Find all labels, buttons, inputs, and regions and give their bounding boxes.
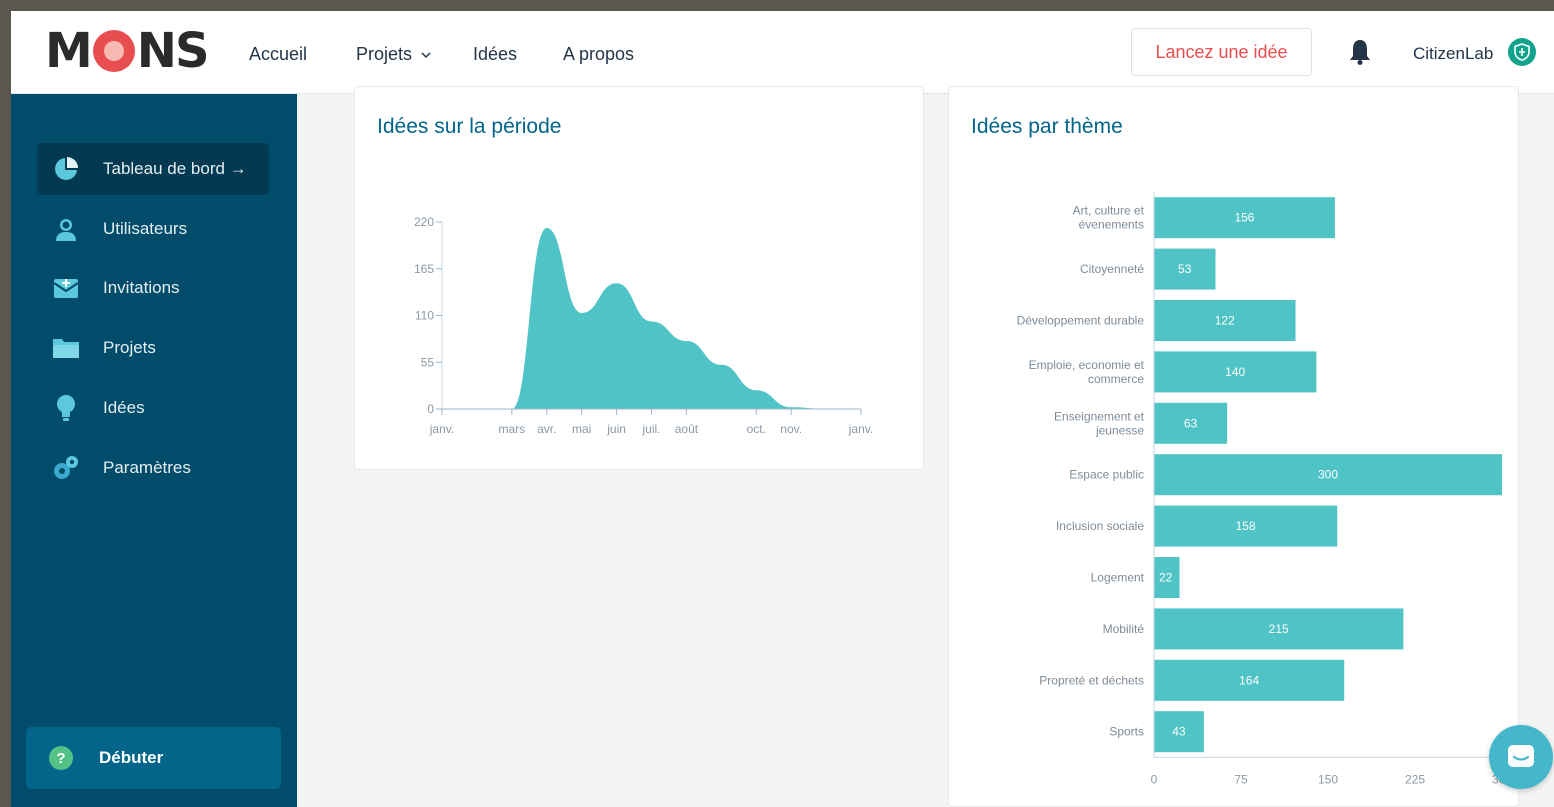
bar-value-label: 156	[1234, 211, 1254, 225]
sidebar-item-projects[interactable]: Projets	[37, 322, 269, 374]
nav-projects[interactable]: Projets	[356, 44, 431, 65]
category-label: Développement durable	[1017, 314, 1145, 328]
bar-value-label: 140	[1225, 365, 1245, 379]
x-tick-label: oct.	[747, 422, 766, 436]
user-icon	[52, 215, 80, 243]
x-tick-label: mai	[572, 422, 591, 436]
y-tick-label: 110	[415, 309, 434, 323]
sidebar-item-label: Utilisateurs	[103, 219, 188, 238]
sidebar-item-settings[interactable]: Paramètres	[37, 442, 269, 494]
chevron-down-icon	[421, 52, 431, 58]
top-navigation: M NS Accueil Projets Idées A propos Lance…	[11, 11, 1554, 94]
x-tick-label: juil.	[641, 422, 660, 436]
nav-ideas[interactable]: Idées	[473, 44, 517, 65]
avatar[interactable]	[1508, 38, 1536, 66]
y-tick-label: 0	[427, 402, 434, 416]
ideas-over-time-card: Idées sur la période 0 55 110 165 220 janv. ma…	[354, 86, 924, 470]
nav-about[interactable]: A propos	[563, 44, 634, 65]
logo-letters-ns: NS	[136, 23, 210, 79]
sidebar-item-label: Invitations	[103, 278, 180, 297]
bar-value-label: 22	[1159, 571, 1173, 585]
chat-launcher-button[interactable]	[1489, 725, 1553, 789]
x-tick-label: août	[675, 422, 699, 436]
bar-value-label: 215	[1269, 622, 1289, 636]
bar-value-label: 43	[1172, 725, 1186, 739]
category-label: Propreté et déchets	[1039, 673, 1144, 687]
chat-icon	[1508, 745, 1534, 767]
lightbulb-icon	[52, 394, 80, 422]
get-started-button[interactable]: ? Débuter	[26, 727, 281, 789]
logo-letter-m: M	[45, 23, 93, 79]
get-started-label: Débuter	[99, 748, 164, 767]
sidebar-item-ideas[interactable]: Idées	[37, 382, 269, 434]
admin-sidebar: Tableau de bord → Utilisateurs Invitatio…	[11, 94, 297, 807]
sidebar-item-label: Idées	[103, 398, 145, 417]
x-tick-label: mars	[498, 422, 525, 436]
sidebar-item-users[interactable]: Utilisateurs	[37, 203, 269, 255]
ideas-by-topic-card: Idées par thème 156 Art, culture et évenem…	[948, 86, 1519, 807]
x-tick-label: janv.	[848, 422, 873, 436]
ideas-by-topic-title: Idées par thème	[971, 115, 1123, 138]
x-tick-label: avr.	[537, 422, 556, 436]
bar-value-label: 158	[1236, 519, 1256, 533]
mons-logo[interactable]: M NS	[45, 23, 210, 79]
nav-projects-label: Projets	[356, 44, 413, 64]
x-tick-label: juin	[606, 422, 626, 436]
category-label: Citoyenneté	[1080, 262, 1144, 276]
category-label: Emploie, economie et	[1029, 358, 1145, 372]
bar-value-label: 164	[1239, 673, 1259, 687]
sidebar-item-dashboard[interactable]: Tableau de bord →	[37, 143, 269, 195]
x-tick-label: 75	[1234, 772, 1248, 786]
category-label: Mobilité	[1103, 622, 1145, 636]
launch-idea-button[interactable]: Lancez une idée	[1131, 28, 1312, 76]
ideas-over-time-title: Idées sur la période	[377, 115, 562, 138]
category-label: Sports	[1109, 725, 1144, 739]
x-tick-label: 0	[1151, 772, 1158, 786]
x-tick-label: janv.	[429, 422, 454, 436]
category-label: commerce	[1088, 372, 1144, 386]
bar-value-label: 53	[1178, 262, 1192, 276]
category-label: jeunesse	[1095, 423, 1144, 437]
sidebar-item-label: Projets	[103, 338, 156, 357]
category-label: Espace public	[1069, 468, 1144, 482]
category-label: Art, culture et	[1073, 204, 1145, 218]
sidebar-item-invitations[interactable]: Invitations	[37, 262, 269, 314]
folder-icon	[52, 334, 80, 362]
category-label: évenements	[1079, 218, 1144, 232]
x-tick-label: nov.	[780, 422, 802, 436]
pie-chart-icon	[52, 155, 80, 183]
user-name[interactable]: CitizenLab	[1413, 44, 1493, 64]
y-tick-label: 165	[414, 262, 434, 276]
category-label: Logement	[1091, 571, 1145, 585]
category-label: Inclusion sociale	[1056, 519, 1144, 533]
category-label: Enseignement et	[1054, 409, 1145, 423]
sidebar-item-label: Tableau de bord →	[103, 159, 247, 178]
gears-icon	[52, 454, 80, 482]
x-tick-label: 225	[1405, 772, 1425, 786]
app-window: M NS Accueil Projets Idées A propos Lance…	[11, 11, 1554, 807]
sidebar-item-label: Paramètres	[103, 458, 191, 477]
ideas-over-time-chart: 0 55 110 165 220 janv. mars avr. mai juin juil. aoû…	[414, 215, 873, 436]
bar-value-label: 122	[1215, 314, 1235, 328]
bar-value-label: 300	[1318, 468, 1338, 482]
shield-icon	[1514, 43, 1530, 61]
question-icon: ?	[49, 746, 73, 770]
y-tick-label: 55	[421, 355, 435, 369]
y-tick-label: 220	[414, 215, 434, 229]
ideas-by-topic-chart: 156 Art, culture etévenements 53 Citoyennet…	[1017, 192, 1512, 786]
area-series	[442, 227, 861, 409]
bar-value-label: 63	[1184, 416, 1198, 430]
envelope-icon	[52, 274, 80, 302]
nav-home[interactable]: Accueil	[249, 44, 307, 65]
bell-icon[interactable]	[1349, 39, 1371, 65]
x-tick-label: 150	[1318, 772, 1338, 786]
logo-circle-icon	[92, 30, 135, 72]
